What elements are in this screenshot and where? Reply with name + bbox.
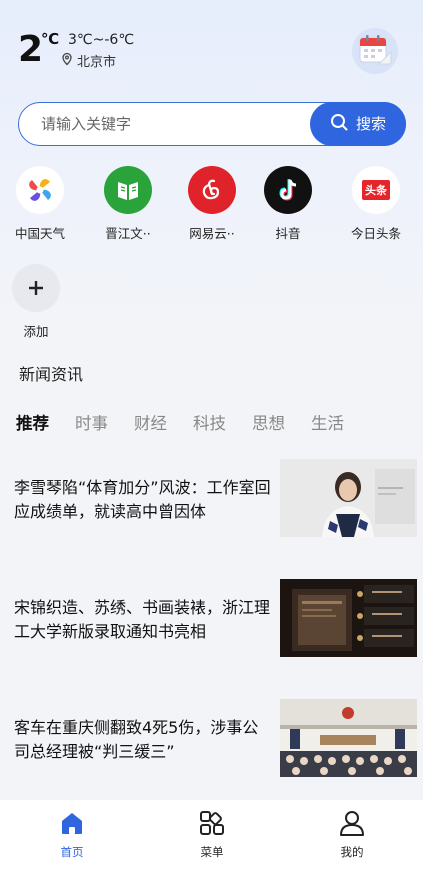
shortcut-label: 今日头条	[350, 226, 401, 241]
location-pin-icon	[60, 52, 74, 70]
tab-current-affairs[interactable]: 时事	[75, 410, 108, 434]
shortcut-label: 晋江文··	[105, 226, 151, 241]
calendar-icon	[357, 32, 393, 70]
shortcut-label: 添加	[23, 324, 49, 339]
grid-menu-icon	[199, 811, 225, 840]
shortcut-jinjiang[interactable]: 晋江文··	[93, 166, 163, 242]
bottom-navigation: 首页 菜单 我的	[0, 800, 423, 880]
tab-finance[interactable]: 财经	[134, 410, 167, 434]
search-bar: 搜索	[18, 101, 406, 146]
news-headline: 李雪琴陷“体育加分”风波：工作室回应成绩单，就读高中曾因体	[14, 478, 271, 521]
tab-life[interactable]: 生活	[311, 410, 344, 434]
tab-tech[interactable]: 科技	[193, 410, 226, 434]
shortcut-label: 抖音	[275, 226, 301, 241]
news-headline: 客车在重庆侧翻致4死5伤，涉事公司总经理被“判三缓三”	[14, 718, 259, 761]
user-icon	[339, 811, 365, 840]
search-input[interactable]	[41, 103, 301, 144]
shortcut-label: 中国天气	[14, 226, 65, 241]
tab-recommend[interactable]: 推荐	[16, 410, 49, 434]
plus-icon	[12, 264, 60, 312]
shortcut-label: 网易云··	[189, 226, 235, 241]
jinjiang-book-icon	[104, 166, 152, 214]
city-name: 北京市	[77, 55, 117, 70]
current-temperature: 2	[18, 29, 44, 70]
news-thumbnail	[280, 579, 417, 657]
news-item[interactable]: 李雪琴陷“体育加分”风波：工作室回应成绩单，就读高中曾因体	[0, 459, 423, 537]
nav-profile[interactable]: 我的	[312, 810, 392, 860]
shortcut-add[interactable]: 添加	[1, 264, 71, 340]
weather-header: 2 ℃ 3℃~-6℃ 北京市	[0, 0, 423, 95]
tab-thought[interactable]: 思想	[252, 410, 285, 434]
pinwheel-icon	[16, 166, 64, 214]
news-tabs: 推荐 时事 财经 科技 思想 生活	[16, 410, 370, 434]
temperature-range: 3℃~-6℃	[68, 32, 135, 48]
location[interactable]: 北京市	[60, 51, 116, 70]
news-thumbnail	[280, 699, 417, 777]
nav-menu[interactable]: 菜单	[172, 810, 252, 860]
news-section-title: 新闻资讯	[19, 365, 84, 384]
home-icon	[59, 813, 85, 840]
nav-label: 我的	[340, 845, 364, 859]
shortcut-netease-music[interactable]: 网易云··	[177, 166, 247, 242]
tiktok-icon	[264, 166, 312, 214]
search-button[interactable]: 搜索	[310, 101, 406, 146]
toutiao-icon: 头条	[352, 166, 400, 214]
nav-home[interactable]: 首页	[32, 810, 112, 860]
search-icon	[330, 113, 348, 135]
nav-label: 首页	[60, 845, 84, 859]
shortcut-toutiao[interactable]: 头条 今日头条	[341, 166, 411, 242]
news-item[interactable]: 客车在重庆侧翻致4死5伤，涉事公司总经理被“判三缓三”	[0, 699, 423, 777]
news-item[interactable]: 宋锦织造、苏绣、书画装裱，浙江理工大学新版录取通知书亮相	[0, 579, 423, 657]
toutiao-icon-text: 头条	[362, 180, 390, 200]
shortcut-tiktok[interactable]: 抖音	[253, 166, 323, 242]
temperature-unit: ℃	[41, 30, 60, 48]
news-headline: 宋锦织造、苏绣、书画装裱，浙江理工大学新版录取通知书亮相	[14, 598, 271, 641]
netease-music-icon	[188, 166, 236, 214]
nav-label: 菜单	[200, 845, 224, 859]
search-button-label: 搜索	[355, 115, 386, 133]
shortcut-china-weather[interactable]: 中国天气	[5, 166, 75, 242]
calendar-button[interactable]	[352, 28, 398, 74]
news-thumbnail	[280, 459, 417, 537]
